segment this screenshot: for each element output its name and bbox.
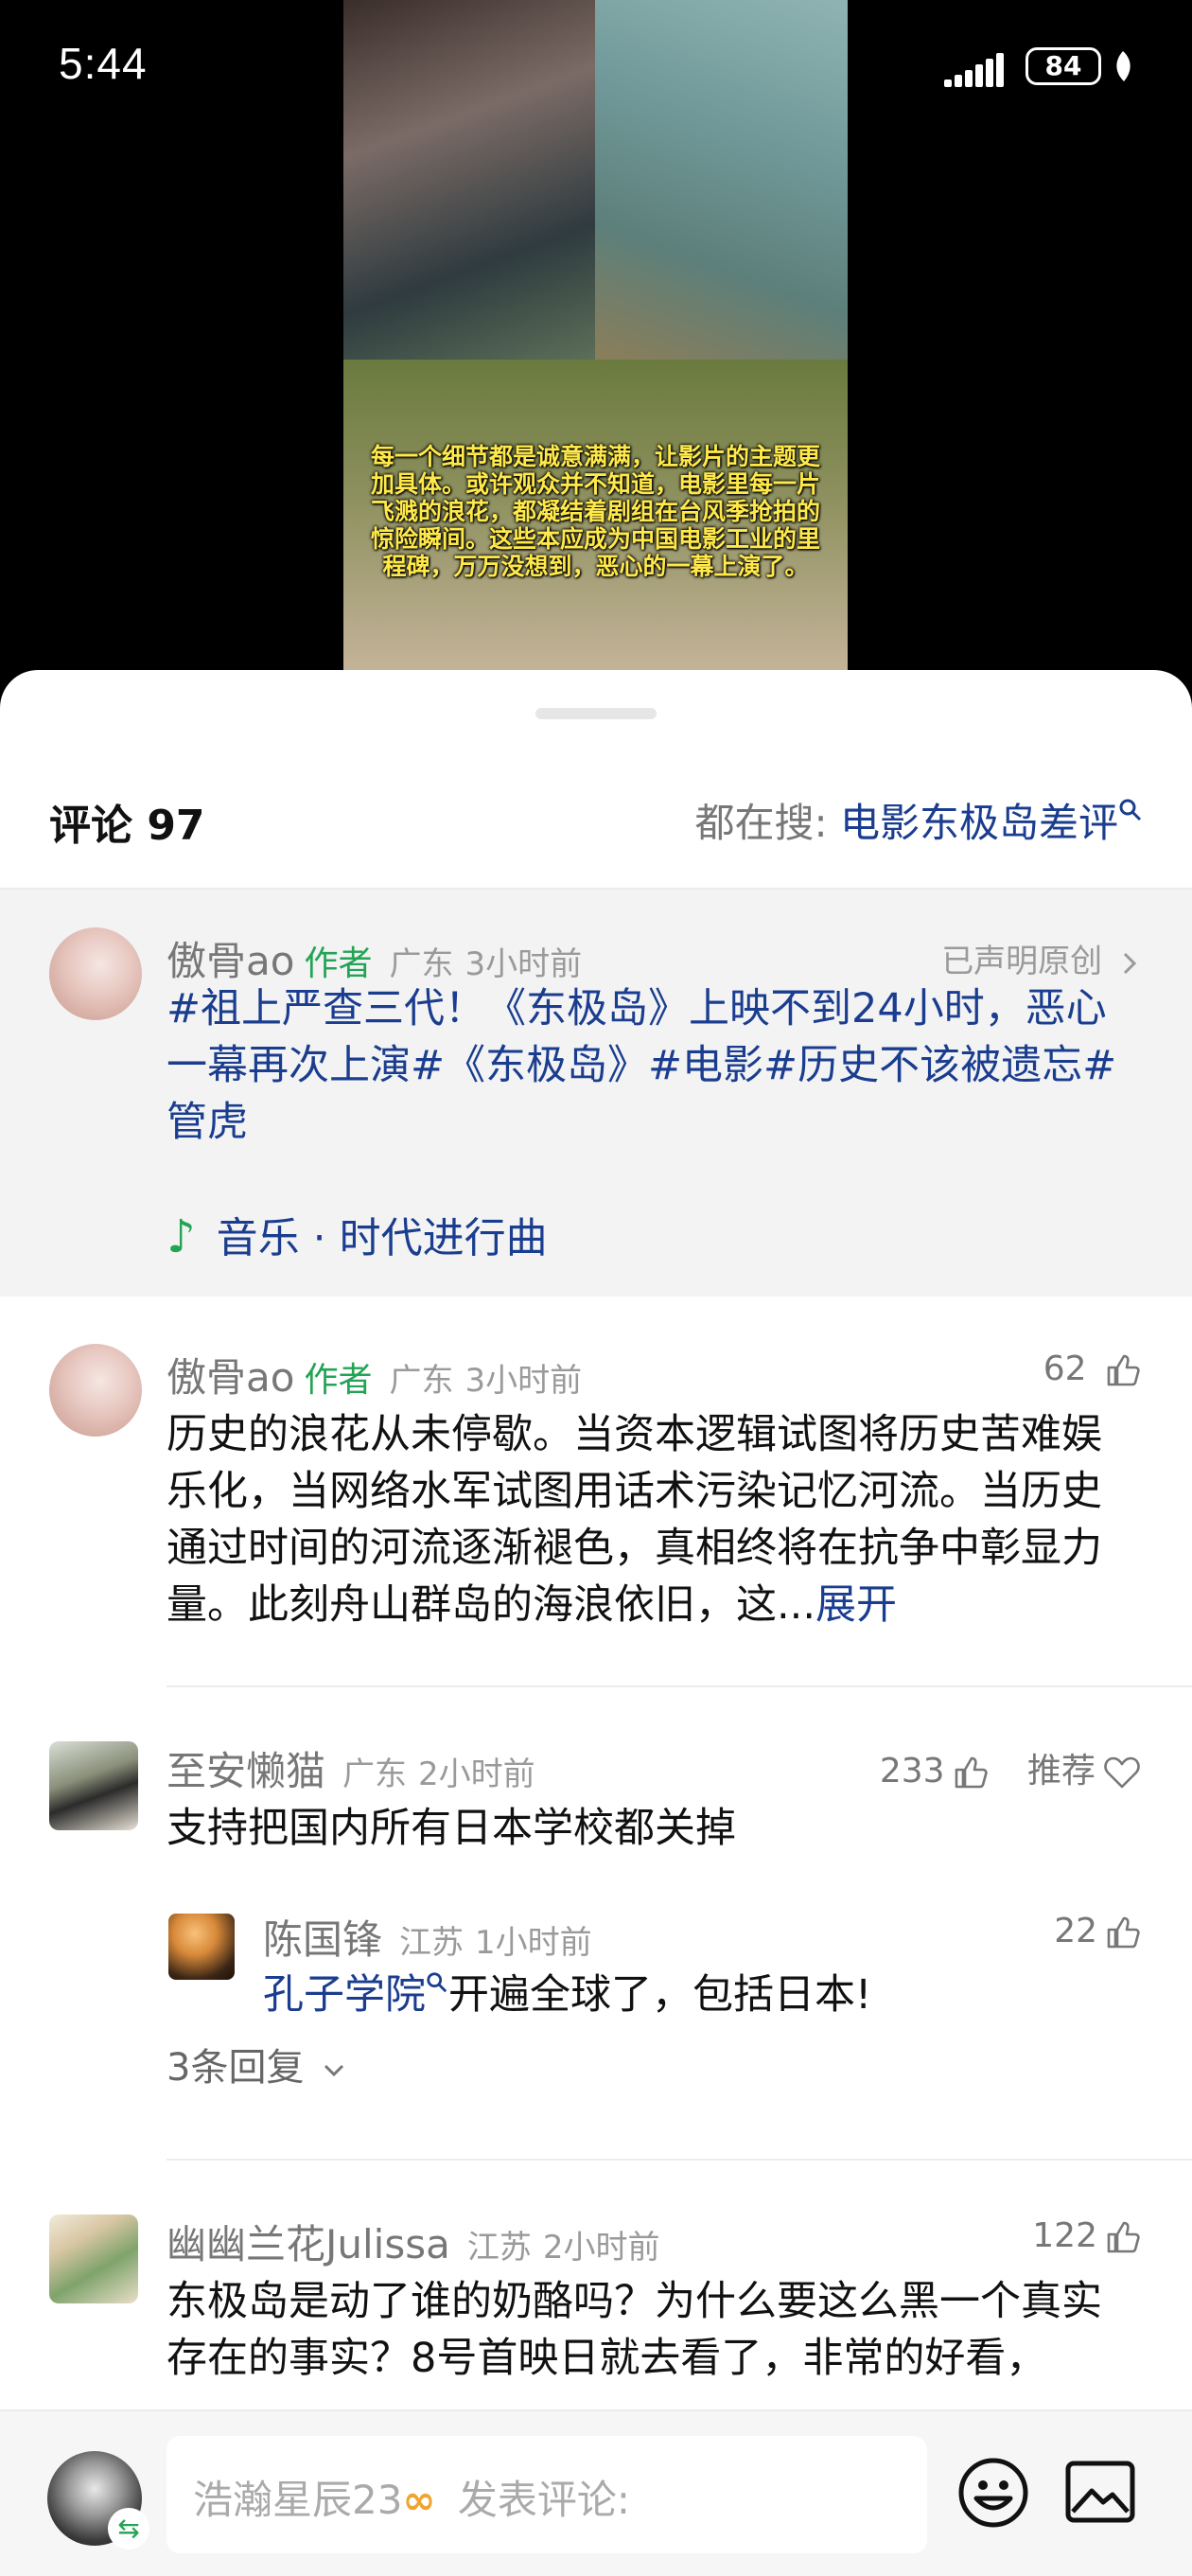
like-button[interactable]: 122: [1032, 2216, 1141, 2255]
location: 广东: [389, 1362, 454, 1400]
comment-author-line: 至安懒猫 广东 2小时前: [167, 1739, 535, 1797]
trending-search[interactable]: 都在搜: 电影东极岛差评: [694, 791, 1143, 849]
infinity-badge-icon: ∞: [402, 2477, 436, 2523]
timestamp: 3小时前: [465, 945, 583, 983]
reply-count: 3条回复: [167, 2046, 305, 2090]
author-badge: 作者: [304, 1361, 373, 1400]
comment-text[interactable]: 东极岛是动了谁的奶酪吗？为什么要这么黑一个真实存在的事实？8号首映日就去看了，非…: [167, 2273, 1141, 2387]
comment-author-line: 傲骨ao 作者 广东 3小时前: [167, 1346, 582, 1403]
like-count: 122: [1032, 2216, 1097, 2255]
search-icon: [1119, 799, 1142, 821]
timestamp: 3小时前: [465, 1362, 583, 1400]
divider: [167, 1685, 1192, 1687]
music-note-icon: ♪: [167, 1210, 196, 1263]
view-replies-button[interactable]: 3条回复: [167, 2037, 346, 2091]
like-button[interactable]: 22: [1054, 1912, 1141, 1950]
comment-author-line: 幽幽兰花Julissa 江苏 2小时前: [167, 2213, 660, 2270]
author-name[interactable]: 至安懒猫: [167, 1748, 325, 1794]
username: 浩瀚星辰23: [193, 2477, 403, 2523]
like-button[interactable]: 233: [880, 1752, 989, 1791]
avatar[interactable]: [168, 1914, 235, 1980]
drag-handle[interactable]: [535, 708, 657, 719]
comment-count: 评论 97: [49, 802, 205, 850]
author-badge: 作者: [304, 944, 373, 983]
thumb-up-icon: [955, 1756, 988, 1789]
timestamp: 2小时前: [418, 1756, 535, 1793]
pinned-post: 傲骨ao 作者 广东 3小时前 已声明原创 #祖上严查三代！《东极岛》上映不到24小时…: [0, 890, 1192, 1297]
declared-label: 已声明原创: [941, 943, 1103, 980]
author-name[interactable]: 幽幽兰花Julissa: [167, 2221, 450, 2267]
like-count: 22: [1054, 1912, 1097, 1950]
author-name[interactable]: 傲骨ao: [167, 1354, 294, 1401]
thumb-up-icon: [1107, 1354, 1140, 1386]
recommend-button[interactable]: 推荐: [1027, 1752, 1141, 1791]
chevron-right-icon: [1123, 952, 1137, 974]
location: 江苏: [399, 1924, 465, 1962]
location: 广东: [389, 945, 454, 983]
status-bar: 5:44 84: [0, 0, 1192, 132]
input-placeholder-line: 浩瀚星辰23∞ 发表评论:: [193, 2468, 630, 2526]
search-query[interactable]: 电影东极岛差评: [840, 800, 1118, 846]
avatar[interactable]: [49, 1741, 138, 1830]
search-link[interactable]: 孔子学院: [263, 1971, 426, 2019]
leaf-icon: [1116, 51, 1131, 81]
emoji-icon[interactable]: [957, 2457, 1029, 2529]
video-caption: 每一个细节都是诚意满满，让影片的主题更加具体。或许观众并不知道，电影里每一片飞溅…: [370, 443, 820, 580]
like-button[interactable]: 62: [1043, 1350, 1141, 1388]
avatar[interactable]: [49, 927, 142, 1020]
battery-icon: 84: [1025, 47, 1101, 85]
comment-sheet: 评论 97 都在搜: 电影东极岛差评 傲骨ao 作者 广东 3小时前 已声明原创 #祖…: [0, 670, 1192, 2574]
pinned-author-line: 傲骨ao 作者 广东 3小时前: [167, 929, 582, 987]
signal-icon: [944, 47, 1012, 87]
like-count: 233: [879, 1752, 945, 1791]
comment-text[interactable]: 支持把国内所有日本学校都关掉: [167, 1800, 1141, 1857]
comment-actions: 233 推荐: [880, 1743, 1141, 1792]
expand-link[interactable]: 展开: [815, 1581, 897, 1629]
reply-author-line: 陈国锋 江苏 1小时前: [263, 1908, 592, 1966]
author-name[interactable]: 陈国锋: [263, 1916, 382, 1963]
timestamp: 2小时前: [542, 2229, 660, 2267]
search-prefix: 都在搜:: [694, 800, 840, 846]
chevron-down-icon: [324, 2064, 344, 2077]
comment-body: 历史的浪花从未停歇。当资本逻辑试图将历史苦难娱乐化，当网络水军试图用话术污染记忆…: [167, 1411, 1102, 1629]
author-name[interactable]: 傲骨ao: [167, 938, 294, 984]
image-icon[interactable]: [1065, 2461, 1135, 2523]
pinned-text[interactable]: #祖上严查三代！《东极岛》上映不到24小时，恶心一幕再次上演#《东极岛》#电影#…: [167, 980, 1141, 1151]
comment-text[interactable]: 历史的浪花从未停歇。当资本逻辑试图将历史苦难娱乐化，当网络水军试图用话术污染记忆…: [167, 1406, 1141, 1633]
avatar[interactable]: [49, 2214, 138, 2303]
original-declaration[interactable]: 已声明原创: [941, 935, 1139, 981]
avatar[interactable]: [49, 1344, 142, 1437]
reply-text[interactable]: 孔子学院 开遍全球了，包括日本!: [263, 1967, 1143, 2023]
thumb-up-icon: [1107, 2221, 1140, 2253]
like-count: 62: [1043, 1350, 1087, 1388]
reply-body: 开遍全球了，包括日本!: [448, 1971, 872, 2019]
swap-icon[interactable]: ⇆: [108, 2508, 149, 2550]
status-time: 5:44: [59, 39, 148, 88]
thumb-up-icon: [1107, 1916, 1140, 1949]
location: 广东: [342, 1756, 408, 1793]
heart-icon: [1104, 1756, 1140, 1789]
music-label: 音乐 · 时代进行曲: [216, 1214, 548, 1262]
recommend-label: 推荐: [1026, 1752, 1096, 1791]
comment-input[interactable]: 浩瀚星辰23∞ 发表评论:: [167, 2436, 927, 2553]
location: 江苏: [466, 2229, 532, 2267]
timestamp: 1小时前: [475, 1924, 592, 1962]
divider: [167, 2159, 1192, 2161]
music-link[interactable]: ♪ 音乐 · 时代进行曲: [167, 1204, 548, 1264]
comments-header: 评论 97 都在搜: 电影东极岛差评: [0, 767, 1192, 890]
input-placeholder: 发表评论:: [457, 2477, 630, 2523]
search-icon: [427, 1972, 447, 1992]
